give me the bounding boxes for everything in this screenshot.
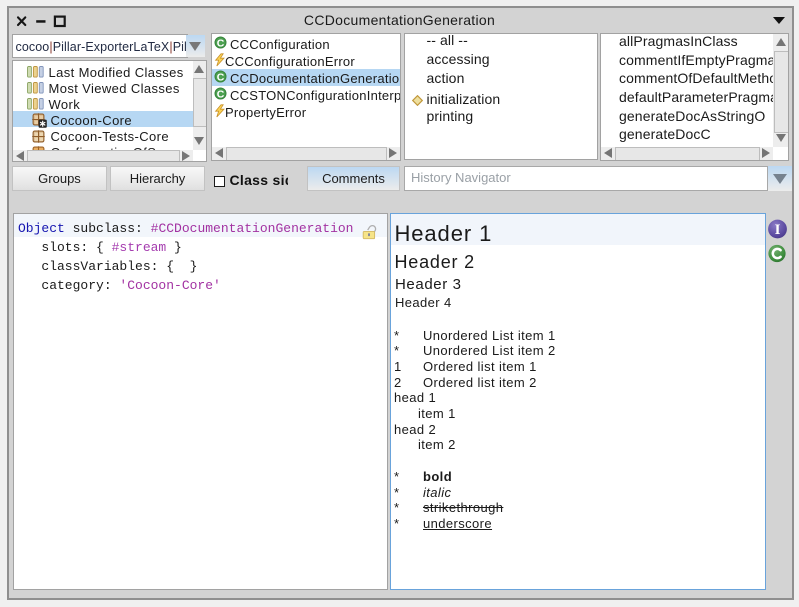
svg-text:C: C (217, 88, 225, 100)
svg-text:C: C (217, 37, 225, 49)
svg-text:C: C (217, 71, 225, 83)
svg-text:I: I (775, 222, 781, 238)
